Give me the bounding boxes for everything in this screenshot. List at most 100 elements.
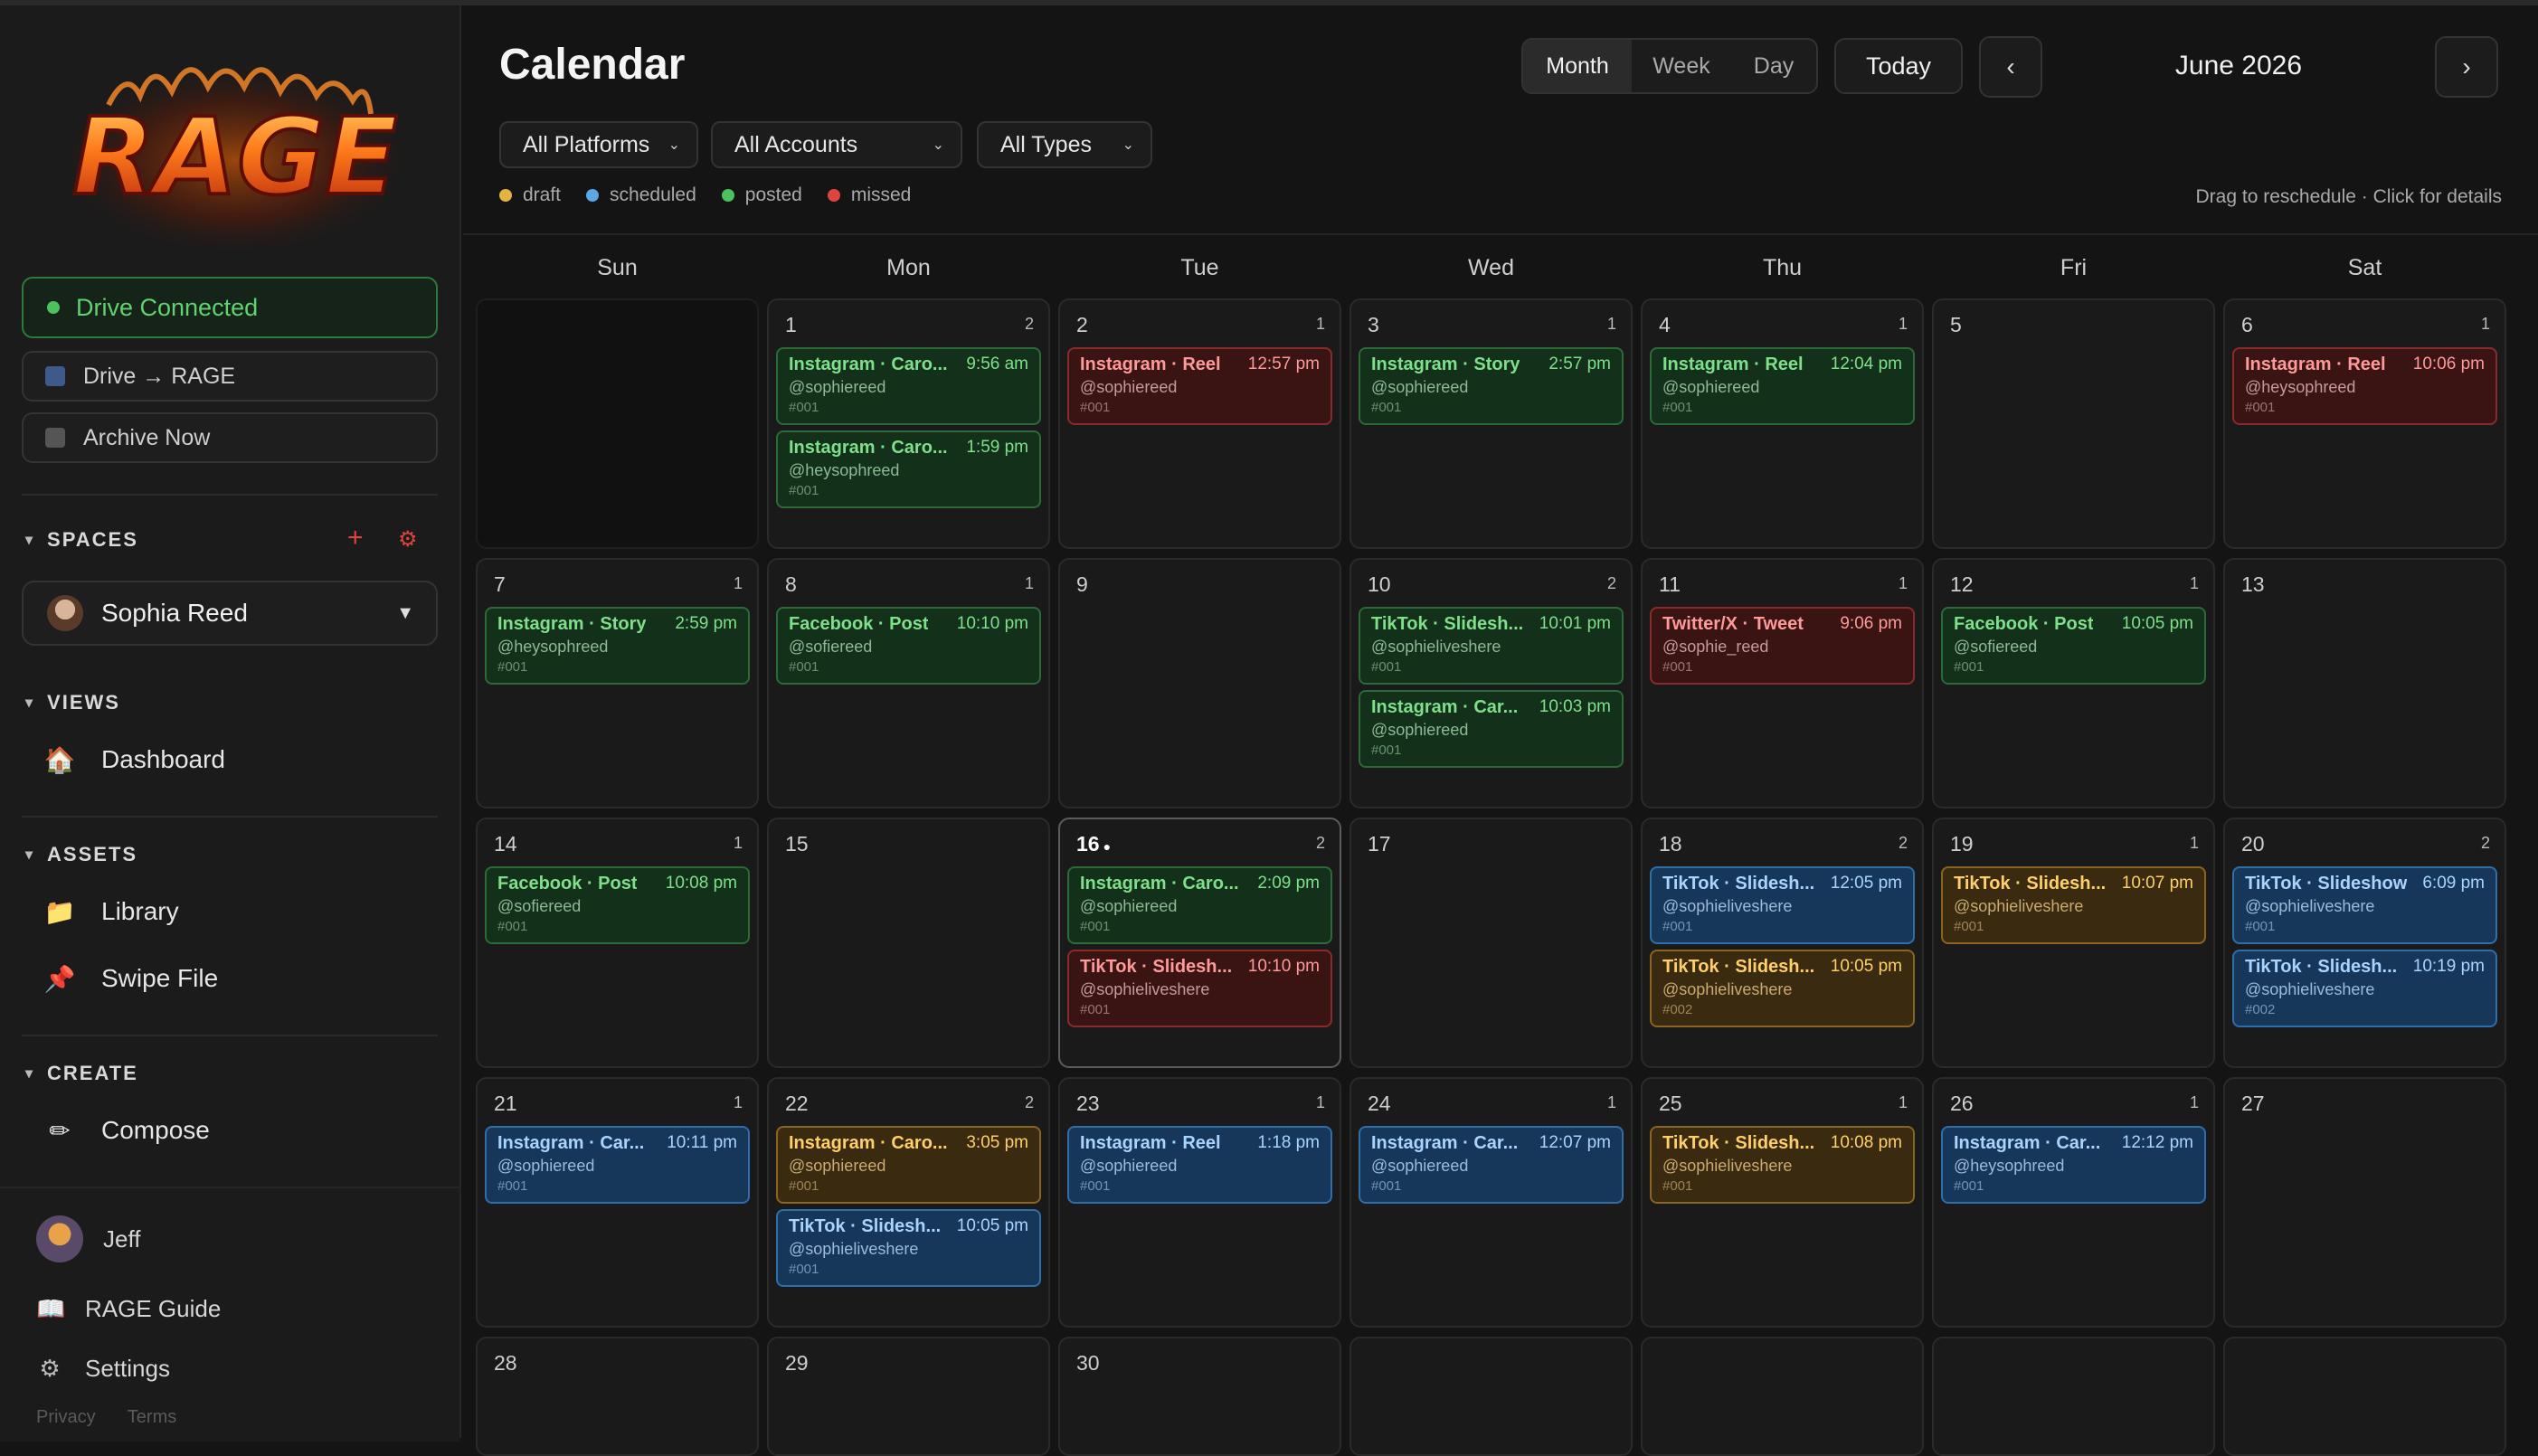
sidebar-item-swipe-file[interactable]: 📌 Swipe File <box>43 962 219 995</box>
calendar-event[interactable]: TikTok · Slidesh... 10:10 pm @sophielivesh… <box>1067 950 1332 1027</box>
calendar-event[interactable]: Instagram · Reel 12:04 pm @sophiereed #001 <box>1650 347 1915 425</box>
calendar-day-cell[interactable]: 20 2 TikTok · Slideshow 6:09 pm @sophielives… <box>2223 818 2506 1068</box>
calendar-event[interactable]: Facebook · Post 10:05 pm @sofiereed #001 <box>1941 607 2206 685</box>
type-filter[interactable]: All Types ⌄ <box>977 121 1152 168</box>
calendar-event[interactable]: Instagram · Story 2:57 pm @sophiereed #001 <box>1359 347 1624 425</box>
event-number: #001 <box>497 1178 528 1194</box>
event-account: @sophiereed <box>1371 721 1469 739</box>
calendar-day-cell[interactable]: 28 <box>476 1337 759 1456</box>
calendar-event[interactable]: Instagram · Car... 10:11 pm @sophiereed #00… <box>485 1126 750 1204</box>
calendar-event[interactable]: Instagram · Reel 12:57 pm @sophiereed #001 <box>1067 347 1332 425</box>
calendar-event[interactable]: TikTok · Slidesh... 10:07 pm @sophielivesh… <box>1941 866 2206 944</box>
event-count: 2 <box>1024 315 1034 333</box>
calendar-day-cell[interactable]: 7 1 Instagram · Story 2:59 pm @heysophreed #0… <box>476 558 759 808</box>
day-number: 12 <box>1950 572 1974 597</box>
platform-filter[interactable]: All Platforms ⌄ <box>499 121 698 168</box>
next-month-button[interactable]: › <box>2435 36 2498 98</box>
prev-month-button[interactable]: ‹ <box>1979 36 2042 98</box>
create-section-header[interactable]: ▾ CREATE <box>25 1062 138 1085</box>
calendar-day-cell[interactable]: 8 1 Facebook · Post 10:10 pm @sofiereed #001 <box>767 558 1050 808</box>
user-avatar <box>36 1215 83 1262</box>
calendar-event[interactable]: TikTok · Slidesh... 10:05 pm @sophielivesh… <box>776 1209 1041 1287</box>
drive-status-label: Drive Connected <box>76 293 259 321</box>
calendar-event[interactable]: Instagram · Reel 10:06 pm @heysophreed #001 <box>2232 347 2497 425</box>
day-number-text: 5 <box>1950 313 1962 336</box>
calendar-day-cell[interactable]: 1 2 Instagram · Caro... 9:56 am @sophiereed #… <box>767 298 1050 549</box>
today-button[interactable]: Today <box>1834 38 1963 94</box>
calendar-day-cell[interactable]: 24 1 Instagram · Car... 12:07 pm @sophiereed… <box>1349 1077 1633 1328</box>
calendar-day-cell[interactable]: 9 <box>1058 558 1341 808</box>
calendar-day-cell[interactable]: 6 1 Instagram · Reel 10:06 pm @heysophreed #0… <box>2223 298 2506 549</box>
calendar-event[interactable]: TikTok · Slideshow 6:09 pm @sophielivesher… <box>2232 866 2497 944</box>
rage-guide-link[interactable]: 📖 RAGE Guide <box>36 1295 221 1323</box>
drive-connected-status[interactable]: Drive Connected <box>22 277 438 338</box>
calendar-day-cell[interactable]: 4 1 Instagram · Reel 12:04 pm @sophiereed #00… <box>1641 298 1924 549</box>
user-menu[interactable]: Jeff <box>36 1215 140 1262</box>
calendar-event[interactable]: TikTok · Slidesh... 10:01 pm @sophielivesh… <box>1359 607 1624 685</box>
calendar-day-cell[interactable]: 25 1 TikTok · Slidesh... 10:08 pm @sophieliv… <box>1641 1077 1924 1328</box>
day-number: 4 <box>1659 313 1671 337</box>
calendar-event[interactable]: Instagram · Caro... 9:56 am @sophiereed #00… <box>776 347 1041 425</box>
calendar-day-cell[interactable]: 21 1 Instagram · Car... 10:11 pm @sophiereed… <box>476 1077 759 1328</box>
calendar-day-cell[interactable]: 14 1 Facebook · Post 10:08 pm @sofiereed #001 <box>476 818 759 1068</box>
calendar-event[interactable]: Instagram · Reel 1:18 pm @sophiereed #001 <box>1067 1126 1332 1204</box>
calendar-day-cell[interactable]: 30 <box>1058 1337 1341 1456</box>
spaces-section-header[interactable]: ▾ SPACES <box>25 528 138 552</box>
add-space-icon[interactable]: + <box>347 523 364 553</box>
calendar-event[interactable]: Facebook · Post 10:08 pm @sofiereed #001 <box>485 866 750 944</box>
calendar-event[interactable]: TikTok · Slidesh... 10:05 pm @sophielivesh… <box>1650 950 1915 1027</box>
calendar-day-cell[interactable]: 12 1 Facebook · Post 10:05 pm @sofiereed #001 <box>1932 558 2215 808</box>
calendar-day-cell[interactable]: 13 <box>2223 558 2506 808</box>
calendar-day-cell[interactable]: 17 <box>1349 818 1633 1068</box>
calendar-day-cell[interactable]: 26 1 Instagram · Car... 12:12 pm @heysophree… <box>1932 1077 2215 1328</box>
calendar-day-cell[interactable]: 29 <box>767 1337 1050 1456</box>
sidebar-item-compose[interactable]: ✏ Compose <box>43 1114 210 1147</box>
calendar-day-cell[interactable]: 27 <box>2223 1077 2506 1328</box>
assets-section-header[interactable]: ▾ ASSETS <box>25 843 137 866</box>
account-filter[interactable]: All Accounts ⌄ <box>711 121 962 168</box>
rage-logo[interactable]: RAGE <box>54 42 416 250</box>
sidebar-item-dashboard[interactable]: 🏠 Dashboard <box>43 743 225 776</box>
event-header: Facebook · Post 10:05 pm <box>1954 614 2193 635</box>
space-selector[interactable]: Sophia Reed ▼ <box>22 581 438 646</box>
calendar-event[interactable]: Instagram · Story 2:59 pm @heysophreed #001 <box>485 607 750 685</box>
views-section-header[interactable]: ▾ VIEWS <box>25 691 120 714</box>
calendar-event[interactable]: Instagram · Caro... 1:59 pm @heysophreed #0… <box>776 430 1041 508</box>
event-title: Facebook · Post <box>1954 614 2094 634</box>
settings-link[interactable]: ⚙ Settings <box>36 1355 170 1383</box>
calendar-day-cell[interactable]: 19 1 TikTok · Slidesh... 10:07 pm @sophieliv… <box>1932 818 2215 1068</box>
calendar-event[interactable]: Instagram · Caro... 2:09 pm @sophiereed #00… <box>1067 866 1332 944</box>
calendar-day-cell[interactable]: 5 <box>1932 298 2215 549</box>
calendar-day-cell[interactable]: 15 <box>767 818 1050 1068</box>
gear-icon[interactable]: ⚙ <box>398 526 418 553</box>
calendar-day-cell[interactable]: 16 ● 2 Instagram · Caro... 2:09 pm @sophieree… <box>1058 818 1341 1068</box>
event-number: #001 <box>1954 659 1984 675</box>
calendar-event[interactable]: TikTok · Slidesh... 10:19 pm @sophielivesh… <box>2232 950 2497 1027</box>
sidebar-item-library[interactable]: 📁 Library <box>43 895 179 928</box>
calendar-event[interactable]: Instagram · Car... 12:07 pm @sophiereed #00… <box>1359 1126 1624 1204</box>
views-title: VIEWS <box>47 691 120 714</box>
calendar-event[interactable]: Twitter/X · Tweet 9:06 pm @sophie_reed #001 <box>1650 607 1915 685</box>
calendar-day-cell[interactable]: 18 2 TikTok · Slidesh... 12:05 pm @sophieliv… <box>1641 818 1924 1068</box>
archive-now-button[interactable]: Archive Now <box>22 412 438 463</box>
calendar-event[interactable]: Instagram · Car... 10:03 pm @sophiereed #00… <box>1359 690 1624 768</box>
drive-sync-button[interactable]: Drive → RAGE <box>22 351 438 402</box>
calendar-event[interactable]: Instagram · Car... 12:12 pm @heysophreed #0… <box>1941 1126 2206 1204</box>
calendar-day-cell[interactable]: 10 2 TikTok · Slidesh... 10:01 pm @sophieliv… <box>1349 558 1633 808</box>
calendar-day-cell <box>1932 1337 2215 1456</box>
calendar-day-cell[interactable]: 2 1 Instagram · Reel 12:57 pm @sophiereed #00… <box>1058 298 1341 549</box>
calendar-day-cell[interactable]: 22 2 Instagram · Caro... 3:05 pm @sophiereed… <box>767 1077 1050 1328</box>
tab-day[interactable]: Day <box>1731 40 1816 92</box>
tab-week[interactable]: Week <box>1632 40 1731 92</box>
terms-link[interactable]: Terms <box>128 1407 176 1427</box>
calendar-event[interactable]: Instagram · Caro... 3:05 pm @sophiereed #00… <box>776 1126 1041 1204</box>
calendar-day-cell[interactable]: 3 1 Instagram · Story 2:57 pm @sophiereed #00… <box>1349 298 1633 549</box>
calendar-event[interactable]: TikTok · Slidesh... 10:08 pm @sophielivesh… <box>1650 1126 1915 1204</box>
event-number: #001 <box>497 659 528 675</box>
calendar-event[interactable]: TikTok · Slidesh... 12:05 pm @sophielivesh… <box>1650 866 1915 944</box>
calendar-day-cell[interactable]: 11 1 Twitter/X · Tweet 9:06 pm @sophie_reed #… <box>1641 558 1924 808</box>
tab-month[interactable]: Month <box>1523 40 1632 92</box>
privacy-link[interactable]: Privacy <box>36 1407 96 1427</box>
calendar-event[interactable]: Facebook · Post 10:10 pm @sofiereed #001 <box>776 607 1041 685</box>
calendar-day-cell[interactable]: 23 1 Instagram · Reel 1:18 pm @sophiereed #00… <box>1058 1077 1341 1328</box>
